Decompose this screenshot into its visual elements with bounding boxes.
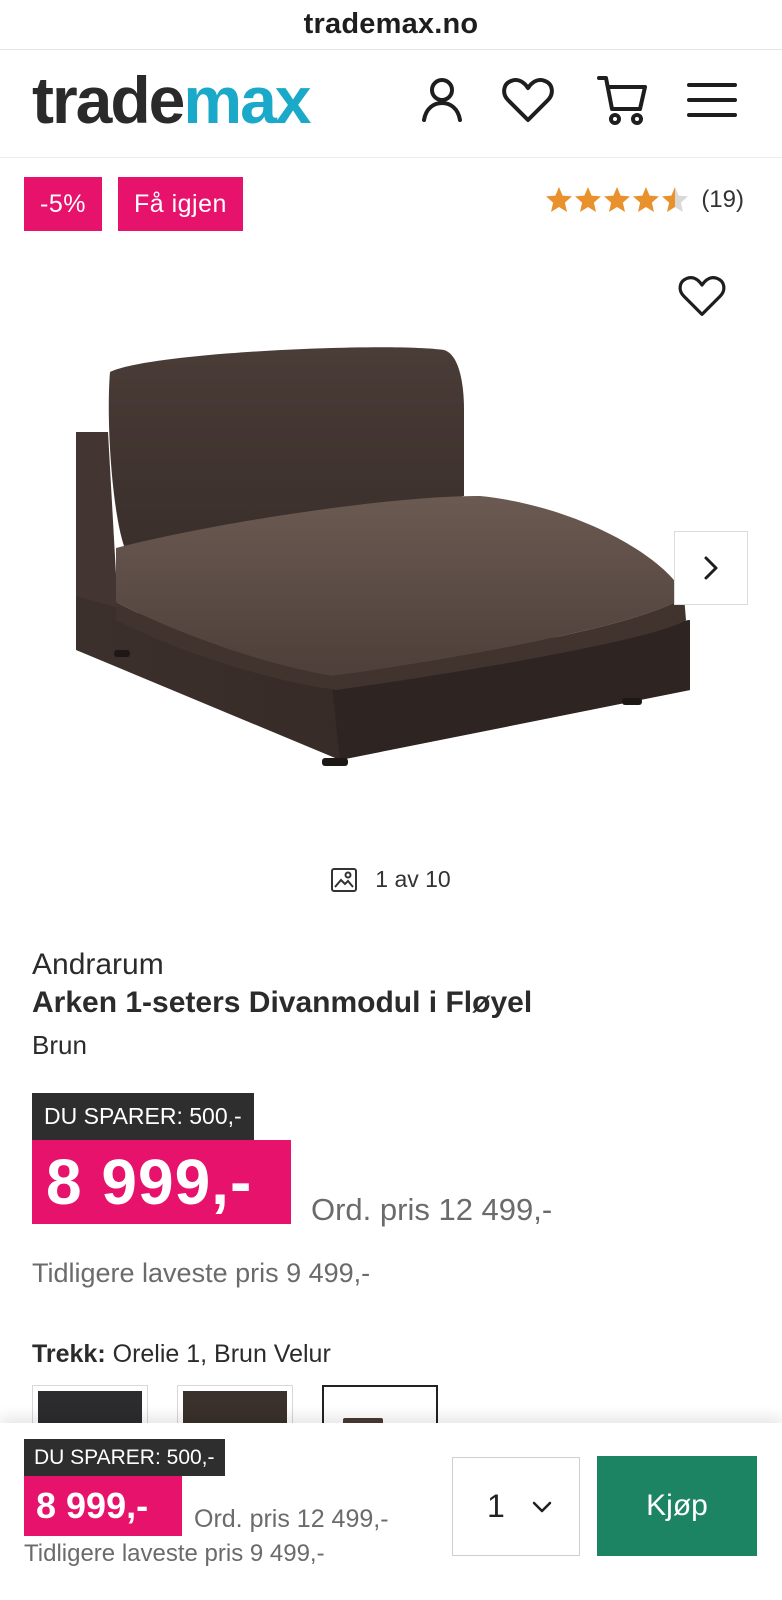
rating[interactable]: (19) (545, 186, 744, 214)
sticky-savings-tag: DU SPARER: 500,- (24, 1439, 225, 1476)
image-counter[interactable]: 1 av 10 (0, 866, 782, 893)
chevron-down-icon (532, 1501, 552, 1512)
user-icon[interactable] (410, 68, 474, 132)
fabric-option-label: Trekk: Orelie 1, Brun Velur (32, 1340, 331, 1369)
previous-lowest-price: Tidligere laveste pris 9 499,- (32, 1258, 371, 1288)
product-badges: -5% Få igjen (24, 177, 243, 231)
star-rating-icon (546, 187, 689, 212)
wishlist-heart-icon[interactable] (496, 68, 560, 132)
product-color: Brun (32, 1030, 87, 1060)
next-image-button[interactable] (674, 531, 748, 605)
product-image[interactable] (60, 320, 720, 800)
trademax-logo[interactable]: trademax (32, 63, 312, 137)
product-brand[interactable]: Andrarum (32, 948, 164, 982)
ordinary-price: Ord. pris 12 499,- (311, 1192, 553, 1227)
fabric-option-value: Orelie 1, Brun Velur (112, 1340, 331, 1368)
url-text: trademax.no (303, 8, 479, 40)
menu-icon[interactable] (680, 68, 744, 132)
quantity-value: 1 (487, 1488, 505, 1524)
image-icon (331, 867, 358, 892)
product-title: Arken 1-seters Divanmodul i Fløyel (32, 986, 533, 1019)
logo-part-max: max (183, 63, 311, 137)
favorite-heart-icon[interactable] (674, 268, 730, 324)
buy-button[interactable]: Kjøp (597, 1456, 757, 1556)
current-price: 8 999,- (32, 1140, 291, 1224)
sticky-previous-lowest-price: Tidligere laveste pris 9 499,- (24, 1540, 325, 1567)
discount-badge: -5% (24, 177, 102, 231)
url-bar[interactable]: trademax.no (0, 0, 782, 50)
rating-count: (19) (701, 186, 744, 213)
sticky-current-price: 8 999,- (24, 1476, 182, 1536)
savings-tag: DU SPARER: 500,- (32, 1093, 254, 1140)
site-header: trademax (0, 50, 782, 158)
cart-icon[interactable] (590, 68, 654, 132)
chevron-right-icon (704, 556, 718, 580)
fabric-option-key: Trekk: (32, 1340, 106, 1368)
quantity-select[interactable]: 1 (452, 1457, 580, 1556)
image-counter-text: 1 av 10 (375, 866, 451, 892)
sticky-ordinary-price: Ord. pris 12 499,- (194, 1505, 389, 1533)
restock-badge: Få igjen (117, 177, 243, 231)
logo-part-trade: trade (32, 63, 185, 137)
sticky-buy-bar: DU SPARER: 500,- 8 999,- Ord. pris 12 49… (0, 1423, 782, 1600)
